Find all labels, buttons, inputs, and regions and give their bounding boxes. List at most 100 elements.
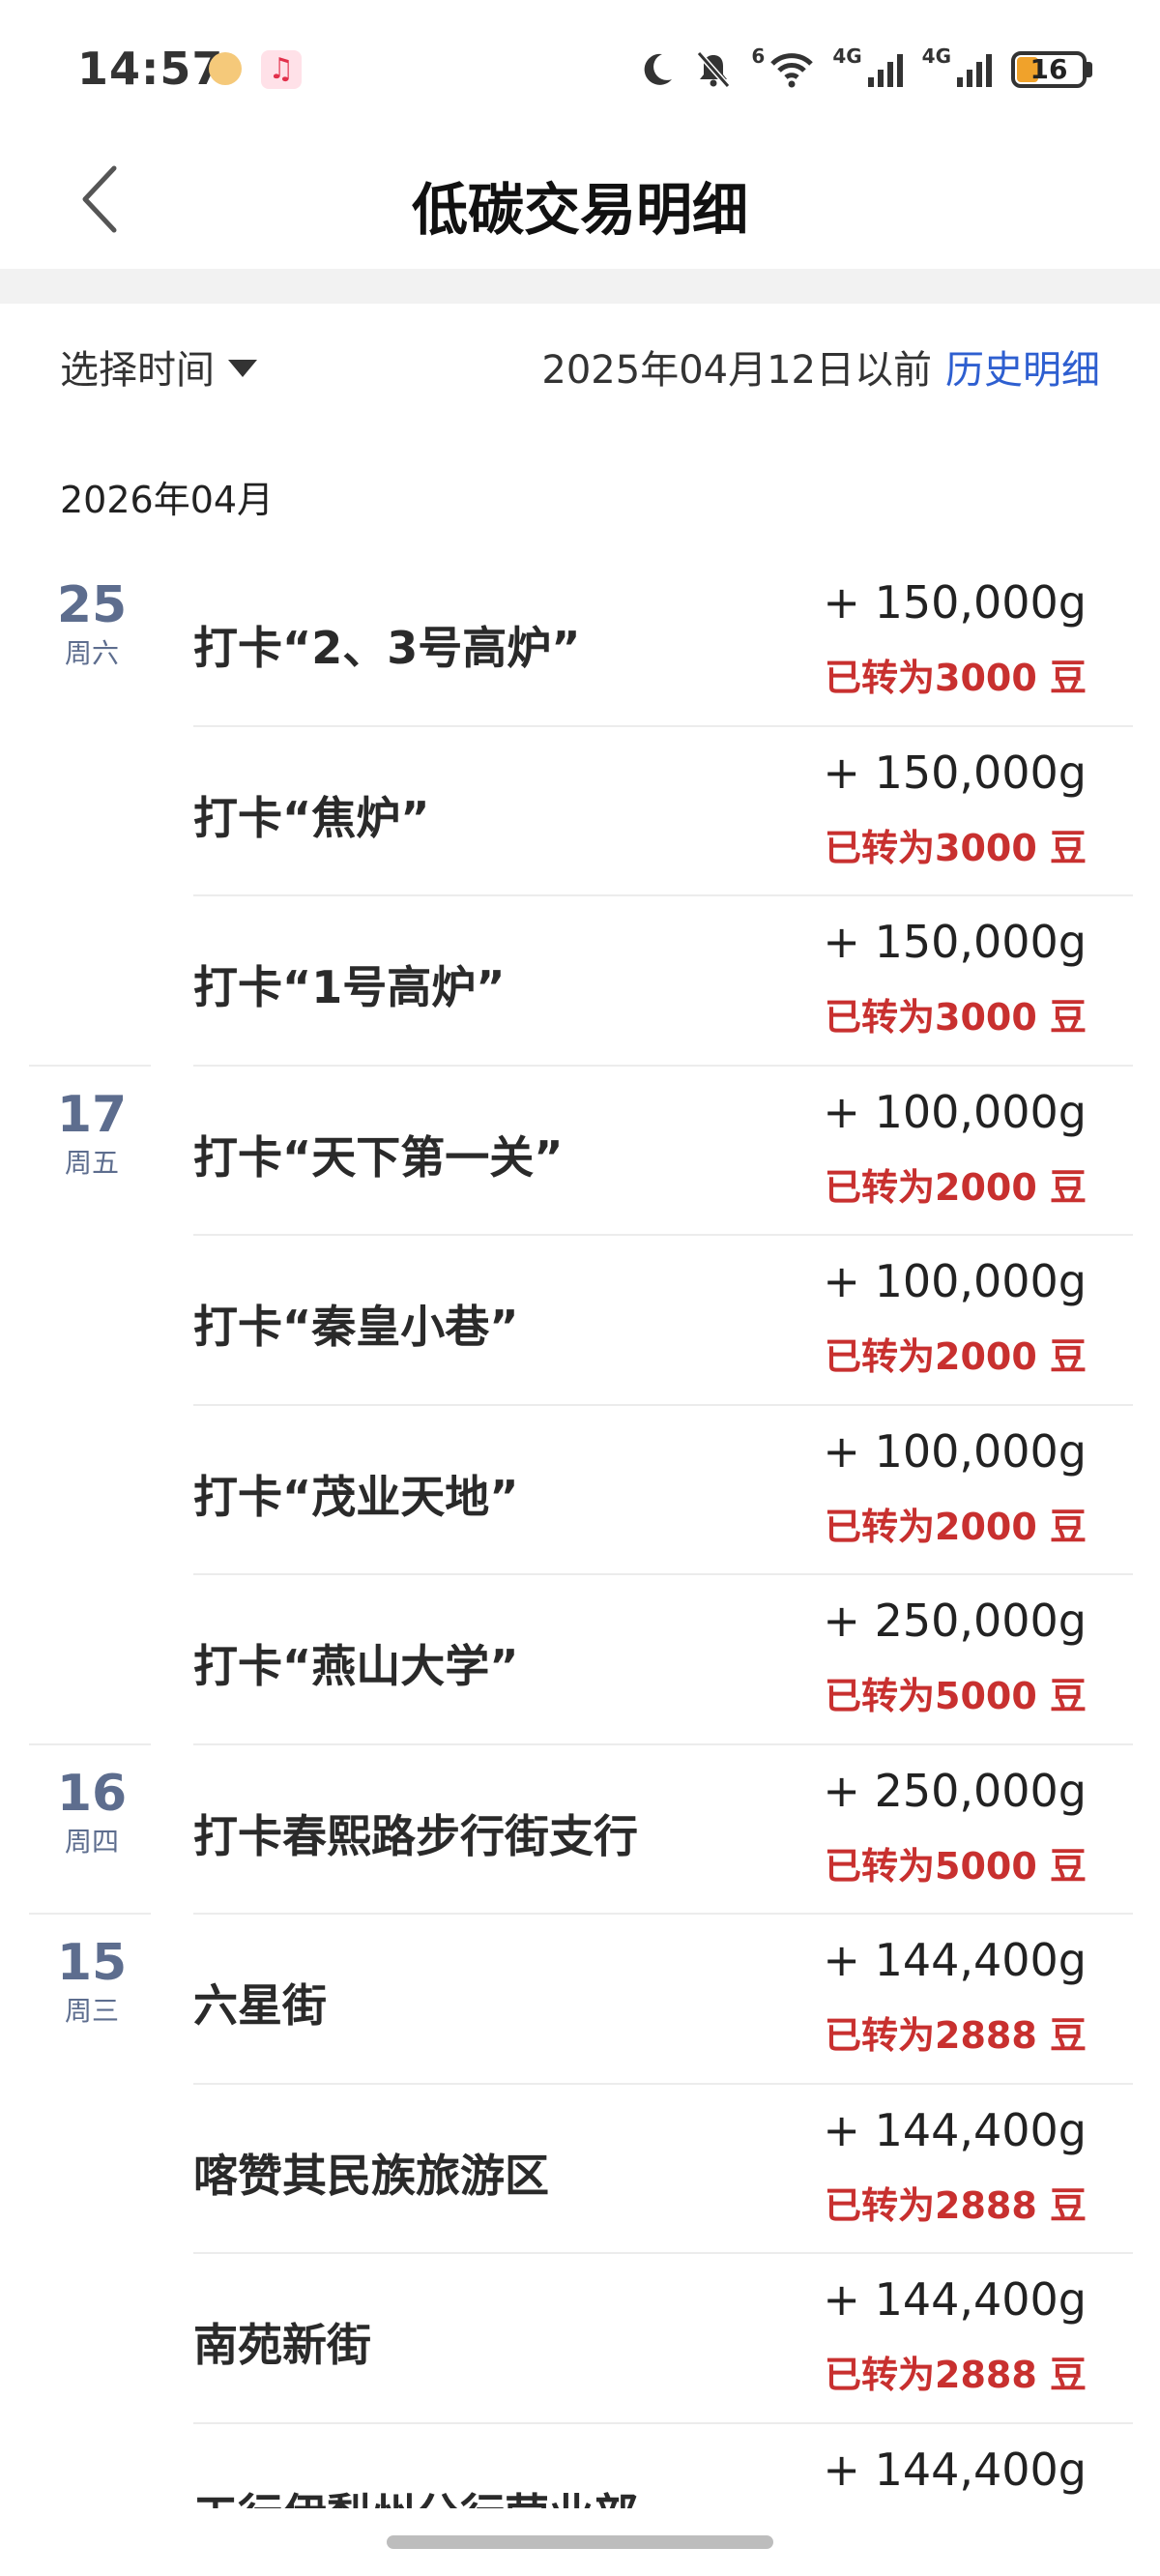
carbon-amount: + 250,000g <box>823 1764 1087 1817</box>
battery-icon: 16 <box>1011 51 1092 88</box>
row-divider <box>193 1234 1133 1236</box>
signal-2-icon <box>957 54 992 87</box>
transaction-rows: 25 周六 打卡“2、3号高炉” + 150,000g 已转为3000 豆打卡“焦炉” +… <box>0 555 1160 2508</box>
transaction-row[interactable]: 打卡“茂业天地” + 100,000g 已转为2000 豆 <box>0 1403 1160 1574</box>
signal-2-label: 4G <box>921 44 951 68</box>
row-divider <box>193 2252 1133 2254</box>
status-bar: 14:57 ♫ 6 4G 4G 16 <box>0 0 1160 135</box>
transaction-row[interactable]: 南苑新街 + 144,400g 已转为2888 豆 <box>0 2252 1160 2422</box>
date-block: 16 周四 <box>29 1765 155 1861</box>
carbon-amount: + 150,000g <box>823 916 1087 968</box>
date-block: 25 周六 <box>29 576 155 673</box>
transaction-title: 打卡“2、3号高炉” <box>193 622 581 674</box>
transaction-title: 工行伊犁州分行营业部 <box>193 2480 638 2509</box>
beans-converted: 已转为5000 豆 <box>825 1675 1087 1717</box>
app-notification-icon <box>209 52 242 85</box>
beans-converted: 已转为2000 豆 <box>825 1165 1087 1209</box>
signal-1-label: 4G <box>832 44 862 68</box>
app-header: 低碳交易明细 <box>0 135 1160 269</box>
date-divider <box>29 1913 151 1915</box>
history-area: 2025年04月12日以前 历史明细 <box>541 338 1100 395</box>
row-divider <box>193 1573 1133 1575</box>
transaction-row[interactable]: 打卡“燕山大学” + 250,000g 已转为5000 豆 <box>0 1573 1160 1743</box>
wifi-icon <box>770 53 814 88</box>
transaction-title: 打卡“焦炉” <box>193 791 430 844</box>
date-divider <box>29 1742 151 1745</box>
carbon-amount: + 100,000g <box>823 1424 1087 1478</box>
weekday-label: 周五 <box>64 1146 119 1179</box>
weekday-label: 周六 <box>64 637 119 669</box>
battery-tip <box>1087 62 1092 77</box>
battery-level: 16 <box>1030 53 1068 85</box>
day-number: 16 <box>56 1764 128 1823</box>
carbon-amount: + 144,400g <box>823 2103 1087 2156</box>
transaction-row[interactable]: 打卡“1号高炉” + 150,000g 已转为3000 豆 <box>0 894 1160 1065</box>
date-divider <box>29 1064 151 1067</box>
wifi-badge: 6 <box>751 44 766 68</box>
music-app-icon: ♫ <box>261 50 302 89</box>
transaction-list: 25 周六 打卡“2、3号高炉” + 150,000g 已转为3000 豆打卡“焦炉” +… <box>0 555 1160 2508</box>
filter-row: 选择时间 2025年04月12日以前 历史明细 <box>0 329 1160 406</box>
home-indicator[interactable] <box>387 2535 773 2549</box>
transaction-row[interactable]: 25 周六 打卡“2、3号高炉” + 150,000g 已转为3000 豆 <box>0 555 1160 725</box>
day-number: 25 <box>56 576 128 634</box>
before-date-text: 2025年04月12日以前 <box>541 348 932 393</box>
weekday-label: 周三 <box>64 1995 119 2027</box>
carbon-amount: + 250,000g <box>823 1595 1087 1647</box>
battery-body: 16 <box>1011 51 1087 88</box>
beans-converted: 已转为2888 豆 <box>825 2183 1087 2227</box>
month-label: 2026年04月 <box>60 479 275 521</box>
day-number: 17 <box>56 1085 128 1144</box>
row-divider <box>193 894 1133 896</box>
transaction-title: 打卡“燕山大学” <box>193 1640 519 1692</box>
transaction-title: 南苑新街 <box>193 2319 371 2371</box>
row-divider <box>193 2421 1133 2424</box>
status-time: 14:57 <box>77 43 224 95</box>
history-detail-link[interactable]: 历史明细 <box>945 338 1100 395</box>
signal-1-icon <box>867 54 903 87</box>
weekday-label: 周四 <box>64 1825 119 1858</box>
transaction-title: 打卡春熙路步行街支行 <box>193 1809 638 1862</box>
transaction-row[interactable]: 17 周五 打卡“天下第一关” + 100,000g 已转为2000 豆 <box>0 1064 1160 1235</box>
transaction-row[interactable]: 打卡“秦皇小巷” + 100,000g 已转为2000 豆 <box>0 1234 1160 1404</box>
row-divider <box>193 1742 1133 1745</box>
row-divider <box>193 1913 1133 1915</box>
transaction-title: 打卡“秦皇小巷” <box>193 1301 519 1353</box>
transaction-title: 六星街 <box>193 1979 327 2032</box>
beans-converted: 已转为2000 豆 <box>825 1505 1087 1548</box>
carbon-amount: + 100,000g <box>823 1085 1087 1138</box>
row-divider <box>193 1064 1133 1067</box>
beans-converted: 已转为3000 豆 <box>825 657 1087 699</box>
screen: 14:57 ♫ 6 4G 4G 16 低碳交易明细 选择时间 2025年04月1… <box>0 0 1160 2576</box>
beans-converted: 已转为5000 豆 <box>825 1844 1087 1888</box>
transaction-row[interactable]: 喀赞其民族旅游区 + 144,400g 已转为2888 豆 <box>0 2082 1160 2253</box>
caret-down-icon <box>228 360 257 377</box>
date-block: 17 周五 <box>29 1086 155 1183</box>
transaction-row[interactable]: 打卡“焦炉” + 150,000g 已转为3000 豆 <box>0 724 1160 895</box>
transaction-title: 打卡“天下第一关” <box>193 1130 564 1184</box>
row-divider <box>193 724 1133 727</box>
transaction-row[interactable]: 16 周四 打卡春熙路步行街支行 + 250,000g 已转为5000 豆 <box>0 1742 1160 1914</box>
time-select-dropdown[interactable]: 选择时间 <box>60 338 257 395</box>
carbon-amount: + 144,400g <box>823 2273 1087 2326</box>
transaction-title: 打卡“茂业天地” <box>193 1470 519 1523</box>
time-select-label: 选择时间 <box>60 348 215 393</box>
day-number: 15 <box>56 1934 128 1992</box>
transaction-row[interactable]: 15 周三 六星街 + 144,400g 已转为2888 豆 <box>0 1913 1160 2083</box>
beans-converted: 已转为3000 豆 <box>825 826 1087 869</box>
row-divider <box>193 1403 1133 1406</box>
transaction-title: 喀赞其民族旅游区 <box>193 2149 549 2202</box>
carbon-amount: + 144,400g <box>823 1934 1087 1986</box>
carbon-amount: + 150,000g <box>823 576 1087 629</box>
carbon-amount: + 144,400g <box>823 2443 1087 2496</box>
section-divider <box>0 269 1160 304</box>
transaction-row[interactable]: 工行伊犁州分行营业部+ 144,400g已转为2888 豆 <box>0 2421 1160 2509</box>
carbon-amount: + 100,000g <box>823 1255 1087 1307</box>
row-divider <box>193 2082 1133 2085</box>
bell-muted-icon <box>697 51 731 88</box>
beans-converted: 已转为3000 豆 <box>825 996 1087 1039</box>
beans-converted: 已转为2888 豆 <box>825 2354 1087 2396</box>
status-icons: 6 4G 4G 16 <box>637 44 1092 95</box>
carbon-amount: + 150,000g <box>823 746 1087 799</box>
beans-converted: 已转为2888 豆 <box>825 2014 1087 2057</box>
